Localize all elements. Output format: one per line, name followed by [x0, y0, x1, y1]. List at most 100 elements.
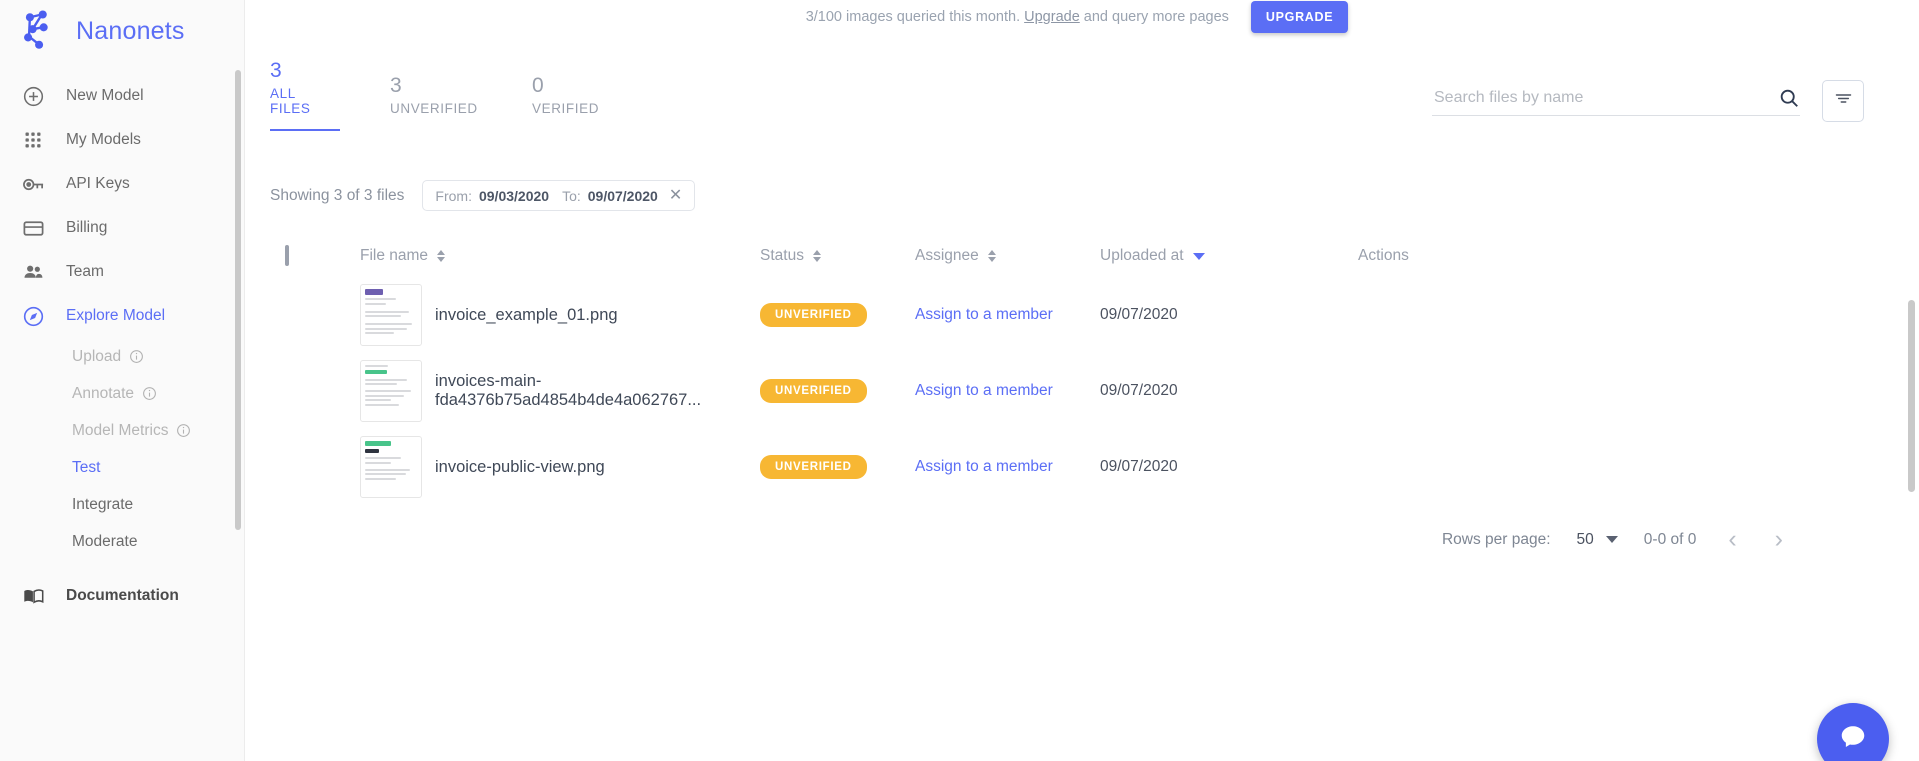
search-input[interactable] — [1432, 87, 1778, 108]
upgrade-button[interactable]: UPGRADE — [1250, 1, 1349, 33]
plus-circle-icon — [20, 83, 46, 109]
sidebar-item-team[interactable]: Team — [0, 250, 244, 294]
date-to-label: To: — [562, 187, 581, 204]
file-name: invoice-public-view.png — [435, 457, 605, 476]
sidebar-subitem-moderate[interactable]: Moderate — [0, 523, 244, 560]
sidebar-item-api-keys[interactable]: API Keys — [0, 162, 244, 206]
upgrade-link[interactable]: Upgrade — [1024, 9, 1080, 25]
file-thumbnail[interactable] — [360, 360, 422, 423]
tab-count: 0 — [532, 74, 544, 97]
quota-banner: 3/100 images queried this month. Upgrade… — [245, 0, 1919, 34]
tab-label: ALL FILES — [270, 86, 311, 117]
header-label: Actions — [1358, 247, 1409, 265]
row-status-cell: UNVERIFIED — [760, 379, 915, 404]
sidebar-subitem-label: Annotate — [72, 384, 135, 402]
header-status[interactable]: Status — [760, 247, 915, 265]
sidebar-subitem-label: Upload — [72, 347, 122, 365]
sort-icon[interactable] — [437, 250, 446, 263]
tab-count: 3 — [270, 59, 282, 82]
table-row[interactable]: invoice-public-view.png UNVERIFIED Assig… — [245, 429, 1919, 505]
main-content: 3/100 images queried this month. Upgrade… — [245, 0, 1919, 761]
filter-icon — [1833, 88, 1854, 114]
sidebar-subitem-upload[interactable]: Upload — [0, 338, 244, 375]
grid-icon — [20, 127, 46, 153]
header-uploaded-at[interactable]: Uploaded at — [1100, 247, 1358, 265]
tab-all-files[interactable]: 3 ALL FILES — [270, 56, 340, 132]
uploaded-date: 09/07/2020 — [1100, 458, 1178, 476]
rows-per-page-select[interactable]: 50 — [1577, 531, 1618, 549]
header-assignee[interactable]: Assignee — [915, 247, 1100, 265]
search-area — [1432, 80, 1864, 122]
sidebar-item-explore-model[interactable]: Explore Model — [0, 294, 244, 338]
uploaded-date: 09/07/2020 — [1100, 306, 1178, 324]
select-all-cell — [245, 245, 360, 267]
row-assignee-cell: Assign to a member — [915, 382, 1100, 400]
status-badge: UNVERIFIED — [760, 379, 867, 404]
sidebar-subitem-label: Integrate — [72, 495, 134, 513]
header-label: Status — [760, 247, 804, 265]
status-badge: UNVERIFIED — [760, 303, 867, 328]
assign-to-member-link[interactable]: Assign to a member — [915, 306, 1053, 323]
sidebar-item-documentation[interactable]: Documentation — [0, 574, 244, 618]
next-page-button[interactable]: › — [1769, 527, 1789, 552]
file-thumbnail[interactable] — [360, 436, 422, 499]
info-icon[interactable] — [142, 386, 157, 401]
prev-page-button[interactable]: ‹ — [1722, 527, 1742, 552]
sidebar-subitem-integrate[interactable]: Integrate — [0, 486, 244, 523]
sidebar-item-label: Documentation — [66, 587, 179, 605]
quota-text-after: and query more pages — [1079, 9, 1229, 25]
chevron-down-icon[interactable] — [1192, 252, 1205, 260]
sidebar-item-billing[interactable]: Billing — [0, 206, 244, 250]
select-all-checkbox[interactable] — [285, 245, 289, 267]
date-from-label: From: — [435, 187, 472, 204]
chat-support-button[interactable] — [1817, 703, 1889, 761]
sidebar: Nanonets New Model My Models API Keys Bi… — [0, 0, 245, 761]
sort-icon[interactable] — [987, 250, 996, 263]
sort-icon[interactable] — [812, 250, 821, 263]
main-scrollbar[interactable] — [1908, 300, 1915, 492]
row-status-cell: UNVERIFIED — [760, 455, 915, 480]
file-thumbnail[interactable] — [360, 284, 422, 347]
table-header-row: File name Status Assignee Uploaded at Ac… — [245, 235, 1919, 277]
row-status-cell: UNVERIFIED — [760, 303, 915, 328]
sidebar-scrollbar[interactable] — [235, 70, 241, 530]
sidebar-subitem-annotate[interactable]: Annotate — [0, 375, 244, 412]
search-icon[interactable] — [1778, 87, 1800, 109]
files-table: File name Status Assignee Uploaded at Ac… — [245, 235, 1919, 505]
info-icon[interactable] — [129, 349, 144, 364]
chat-icon — [1838, 722, 1868, 757]
info-icon[interactable] — [176, 423, 191, 438]
app-root: Nanonets New Model My Models API Keys Bi… — [0, 0, 1919, 761]
tab-verified[interactable]: 0 VERIFIED — [532, 71, 652, 131]
key-icon — [20, 171, 46, 197]
date-range-chip[interactable]: From: 09/03/2020 To: 09/07/2020 ✕ — [422, 180, 696, 212]
assign-to-member-link[interactable]: Assign to a member — [915, 458, 1053, 475]
clear-date-filter-icon[interactable]: ✕ — [669, 187, 682, 204]
sidebar-subitem-model-metrics[interactable]: Model Metrics — [0, 412, 244, 449]
sidebar-subitem-label: Model Metrics — [72, 421, 169, 439]
file-name: invoices-main-fda4376b75ad4854b4de4a0627… — [435, 372, 702, 410]
rows-per-page-value: 50 — [1576, 530, 1594, 548]
table-row[interactable]: invoice_example_01.png UNVERIFIED Assign… — [245, 277, 1919, 353]
row-thumbnail-cell — [360, 360, 435, 423]
row-assignee-cell: Assign to a member — [915, 458, 1100, 476]
brand[interactable]: Nanonets — [0, 0, 244, 62]
sidebar-item-new-model[interactable]: New Model — [0, 74, 244, 118]
search-box[interactable] — [1432, 87, 1800, 116]
sidebar-item-my-models[interactable]: My Models — [0, 118, 244, 162]
table-row[interactable]: invoices-main-fda4376b75ad4854b4de4a0627… — [245, 353, 1919, 429]
sidebar-item-label: Team — [66, 263, 104, 281]
header-file-name[interactable]: File name — [360, 247, 760, 265]
chevron-down-icon — [1605, 536, 1618, 544]
filter-button[interactable] — [1822, 80, 1864, 122]
row-thumbnail-cell — [360, 436, 435, 499]
nanonets-logo-icon — [18, 9, 62, 53]
row-file-name-cell: invoice-public-view.png — [435, 458, 760, 477]
sidebar-subitem-label: Moderate — [72, 532, 138, 550]
tab-unverified[interactable]: 3 UNVERIFIED — [390, 71, 510, 131]
date-from-value: 09/03/2020 — [478, 187, 550, 204]
sidebar-subitem-test[interactable]: Test — [0, 449, 244, 486]
header-label: Uploaded at — [1100, 247, 1184, 265]
assign-to-member-link[interactable]: Assign to a member — [915, 382, 1053, 399]
row-thumbnail-cell — [360, 284, 435, 347]
